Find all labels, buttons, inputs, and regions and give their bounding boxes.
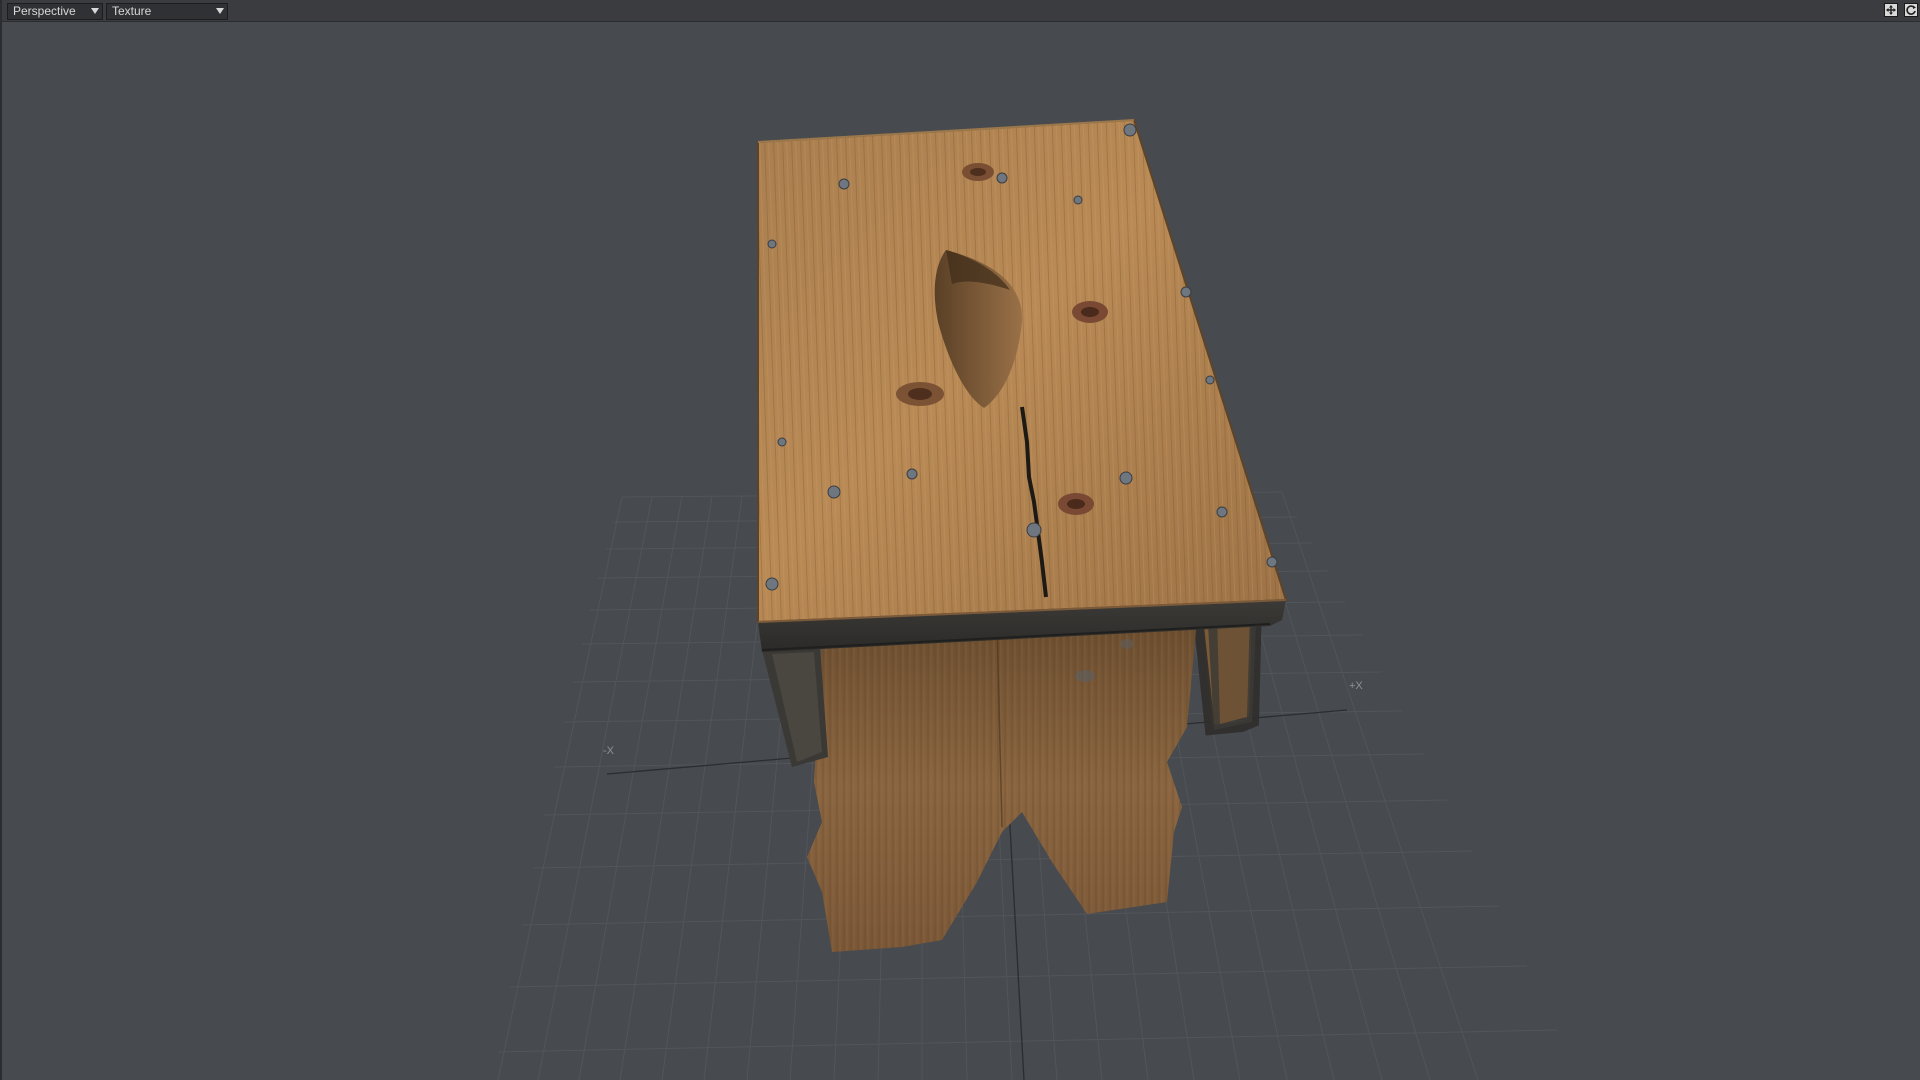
scene-canvas (497, 118, 1558, 1080)
rotate-view-icon[interactable] (1904, 3, 1918, 17)
move-view-icon[interactable] (1883, 3, 1898, 17)
view-mode-select[interactable]: Perspective (7, 3, 103, 20)
positive-x-axis-label: +X (1349, 680, 1363, 692)
viewport-toolbar: Perspective Texture (2, 0, 1920, 22)
perspective-viewport[interactable]: -X +X (2, 22, 1920, 1080)
view-mode-value: Perspective (13, 4, 76, 18)
render-mode-select[interactable]: Texture (106, 3, 228, 20)
wooden-stool[interactable] (757, 118, 1288, 952)
negative-x-axis-label: -X (603, 745, 614, 757)
chevron-down-icon (216, 8, 224, 14)
viewport-controls (1882, 3, 1918, 19)
render-mode-value: Texture (112, 4, 152, 18)
modeler-window: Perspective Texture -X +X (0, 0, 1920, 1080)
chevron-down-icon (91, 8, 99, 14)
